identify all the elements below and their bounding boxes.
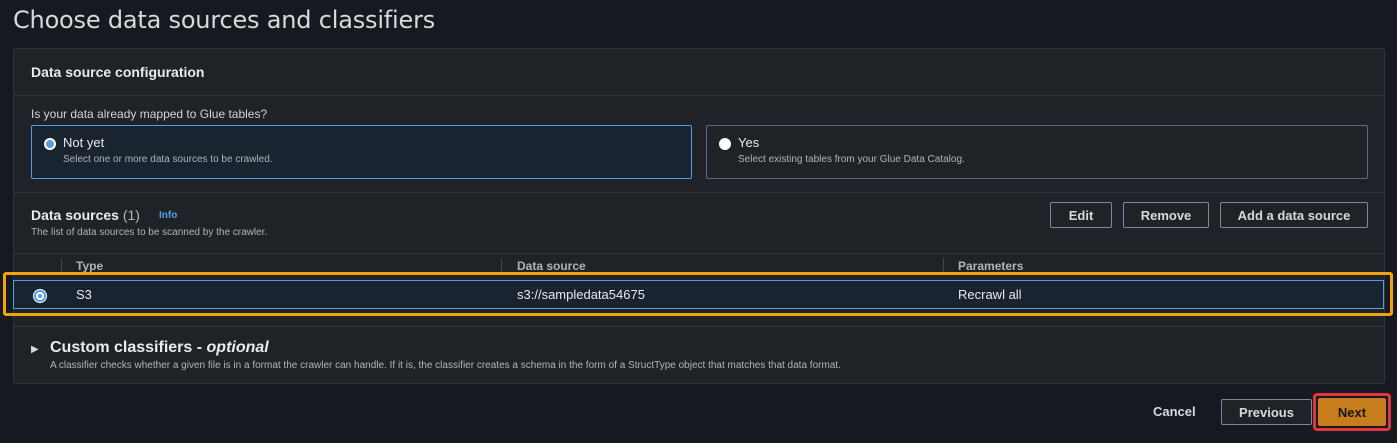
option-yes[interactable]: Yes Select existing tables from your Glu… [706, 125, 1368, 179]
custom-classifiers-toggle[interactable]: Custom classifiers - optional [50, 339, 269, 357]
add-data-source-button[interactable]: Add a data source [1220, 202, 1368, 228]
optional-label: optional [206, 339, 269, 356]
radio-yes[interactable] [719, 138, 731, 150]
data-sources-description: The list of data sources to be scanned b… [31, 227, 268, 238]
row-radio[interactable] [34, 290, 46, 302]
custom-classifiers-title: Custom classifiers - [50, 339, 203, 356]
info-link[interactable]: Info [159, 210, 177, 221]
edit-button[interactable]: Edit [1050, 202, 1112, 228]
section-header: Data source configuration [14, 49, 1384, 96]
option-description: Select one or more data sources to be cr… [63, 154, 273, 165]
custom-classifiers-description: A classifier checks whether a given file… [50, 360, 841, 371]
data-sources-label: Data sources [31, 207, 119, 223]
table-row[interactable]: S3 s3://sampledata54675 Recrawl all [13, 280, 1384, 309]
data-sources-title: Data sources (1) [31, 207, 140, 223]
divider [14, 326, 1384, 327]
expand-triangle-icon[interactable]: ▶ [31, 344, 39, 355]
cell-parameters: Recrawl all [958, 287, 1022, 302]
option-title: Not yet [63, 135, 105, 150]
option-title: Yes [738, 135, 760, 150]
option-not-yet[interactable]: Not yet Select one or more data sources … [31, 125, 692, 179]
data-source-panel: Data source configuration Is your data a… [13, 48, 1385, 384]
cancel-button[interactable]: Cancel [1153, 404, 1196, 419]
page-title: Choose data sources and classifiers [13, 6, 436, 34]
mapped-question: Is your data already mapped to Glue tabl… [31, 107, 268, 121]
previous-button[interactable]: Previous [1221, 399, 1312, 425]
cell-data-source: s3://sampledata54675 [517, 287, 645, 302]
divider [14, 192, 1384, 193]
option-description: Select existing tables from your Glue Da… [738, 154, 965, 165]
next-button[interactable]: Next [1318, 398, 1386, 426]
cell-type: S3 [76, 287, 92, 302]
data-sources-count: (1) [122, 207, 140, 223]
remove-button[interactable]: Remove [1123, 202, 1209, 228]
radio-not-yet[interactable] [44, 138, 56, 150]
